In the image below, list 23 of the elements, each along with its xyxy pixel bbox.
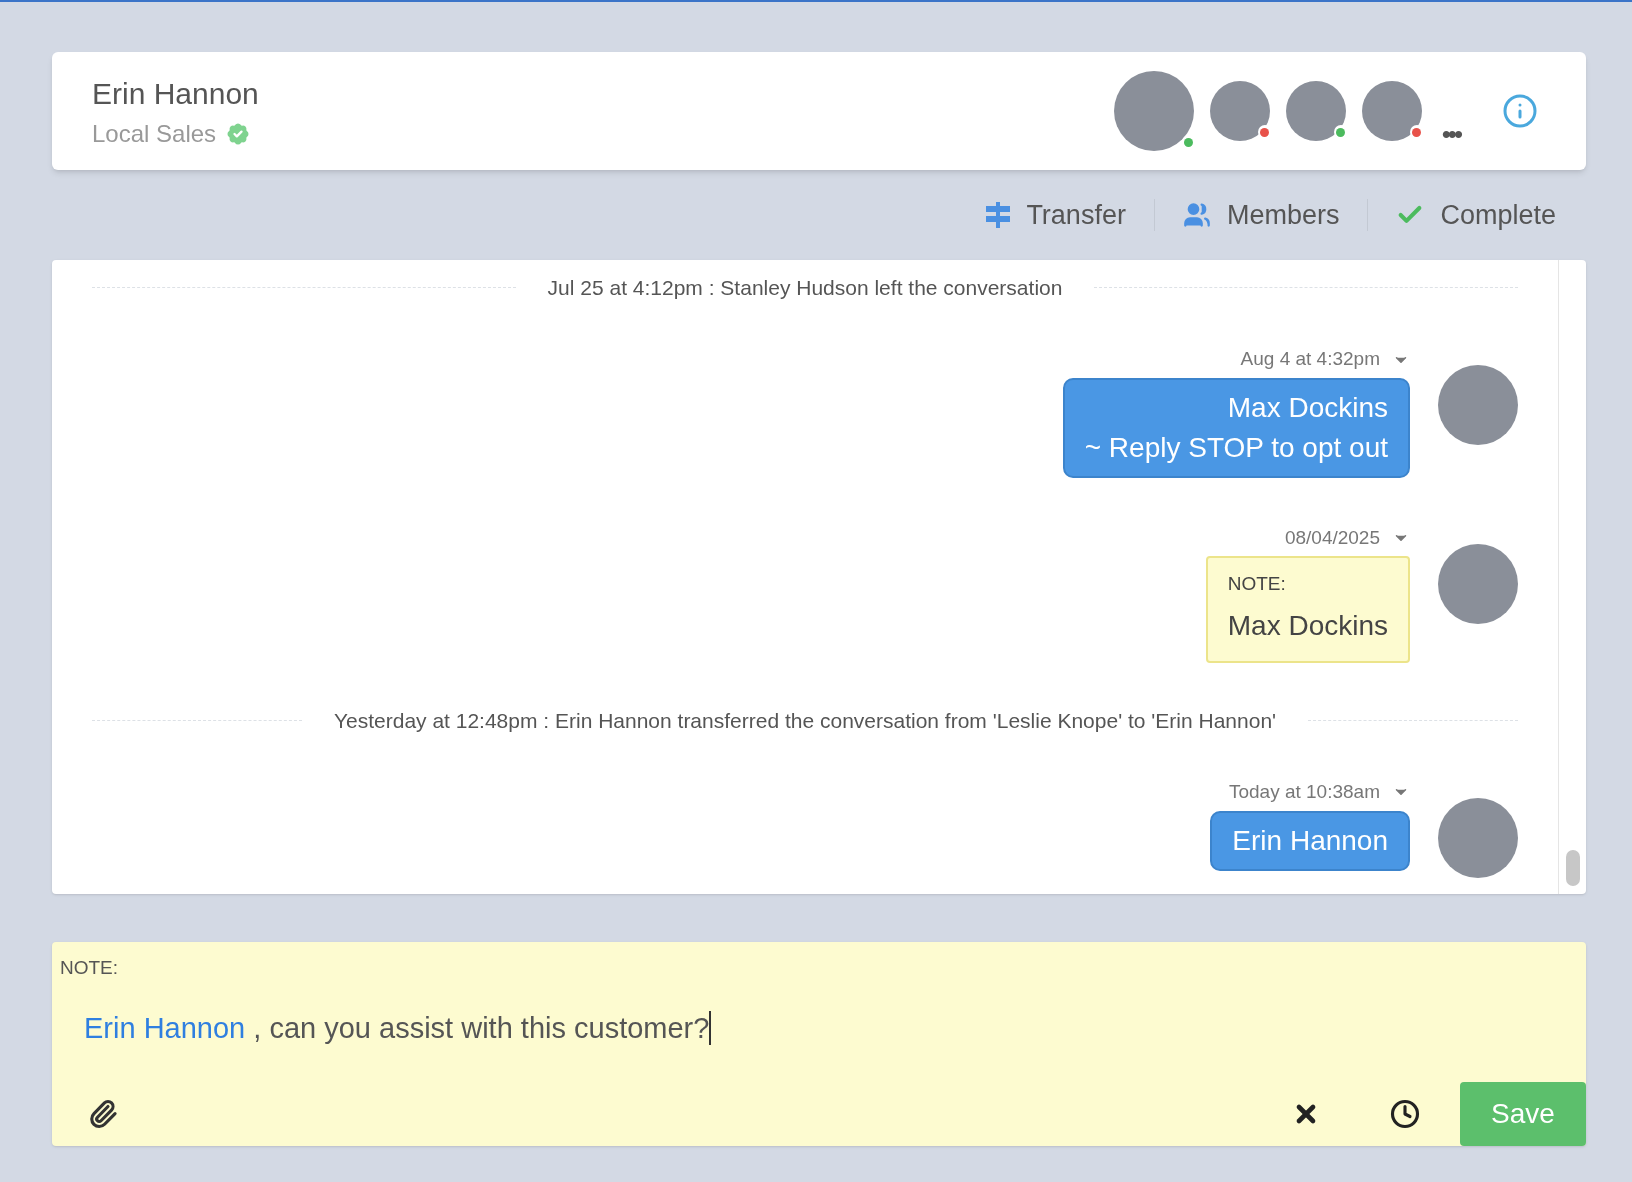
note-bubble: NOTE: Max Dockins — [1205, 556, 1410, 663]
contact-name: Erin Hannon — [92, 75, 259, 112]
note-label: NOTE: — [59, 956, 120, 980]
message-timestamp: 08/04/2025 — [1284, 525, 1380, 550]
more-members-button[interactable]: ••• — [1441, 121, 1460, 147]
users-icon — [1182, 201, 1211, 229]
message-bubble: Max Dockins ~ Reply STOP to opt out — [1062, 377, 1410, 478]
action-button[interactable]: Complete — [1396, 194, 1556, 236]
clock-icon[interactable] — [1390, 1099, 1420, 1129]
message-input[interactable]: Erin Hannon , can you assist with this customer? — [52, 1006, 1586, 1050]
message-timestamp: Today at 10:38am — [1228, 780, 1380, 804]
message-bubble: Erin Hannon — [1210, 810, 1410, 871]
info-icon[interactable] — [1502, 93, 1538, 129]
action-button[interactable]: Members — [1182, 194, 1340, 236]
message-timestamp: Aug 4 at 4:32pm — [1240, 347, 1380, 372]
system-message: Jul 25 at 4:12pm : Stanley Hudson left the conversation — [547, 275, 1063, 301]
mention-link[interactable]: Erin Hannon — [84, 1006, 246, 1050]
system-message: Yesterday at 12:48pm : Erin Hannon transferred the conversation from 'Leslie Knope' to 'Erin Hannon' — [333, 707, 1277, 734]
action-button[interactable]: Transfer — [986, 194, 1126, 236]
team-name: Local Sales — [92, 118, 217, 149]
paperclip-icon[interactable] — [88, 1099, 118, 1129]
input-text: , can you assist with this customer? — [253, 1010, 710, 1046]
signpost-icon — [986, 202, 1011, 228]
